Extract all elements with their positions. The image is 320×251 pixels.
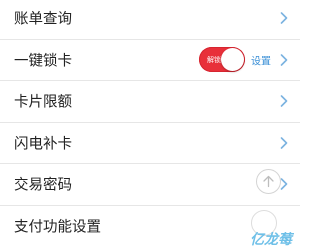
chevron-right-icon — [280, 12, 288, 25]
menu-item-transaction-password[interactable]: 交易密码 — [0, 164, 300, 206]
menu-item-card-limit[interactable]: 卡片限额 — [0, 81, 300, 123]
menu-item-label: 账单查询 — [14, 11, 72, 28]
card-lock-settings-link[interactable]: 设置 — [251, 52, 271, 67]
menu-list: 账单查询 一键锁卡 解锁 设置 卡片限额 闪电补卡 交易密码 支付功能设置 — [0, 0, 300, 247]
chevron-right-icon — [280, 95, 288, 108]
watermark-logo: 亿龙莓 — [250, 231, 294, 248]
chevron-right-icon[interactable] — [280, 53, 288, 66]
toggle-knob — [221, 48, 244, 72]
chevron-right-icon — [280, 178, 288, 191]
menu-item-label: 卡片限额 — [14, 94, 72, 111]
menu-item-label: 闪电补卡 — [14, 136, 72, 153]
menu-item-instant-card-replacement[interactable]: 闪电补卡 — [0, 123, 300, 164]
menu-item-bill-inquiry[interactable]: 账单查询 — [0, 0, 300, 40]
chevron-right-icon — [280, 136, 288, 149]
card-lock-toggle[interactable]: 解锁 — [199, 47, 245, 73]
menu-item-label: 交易密码 — [14, 177, 72, 194]
menu-item-label: 支付功能设置 — [14, 219, 101, 236]
toggle-text: 解锁 — [207, 55, 221, 64]
svg-text:亿龙莓: 亿龙莓 — [250, 231, 294, 248]
menu-item-card-lock: 一键锁卡 解锁 设置 — [0, 40, 300, 81]
scroll-to-top-button[interactable] — [256, 169, 281, 194]
menu-item-label: 一键锁卡 — [14, 53, 72, 70]
